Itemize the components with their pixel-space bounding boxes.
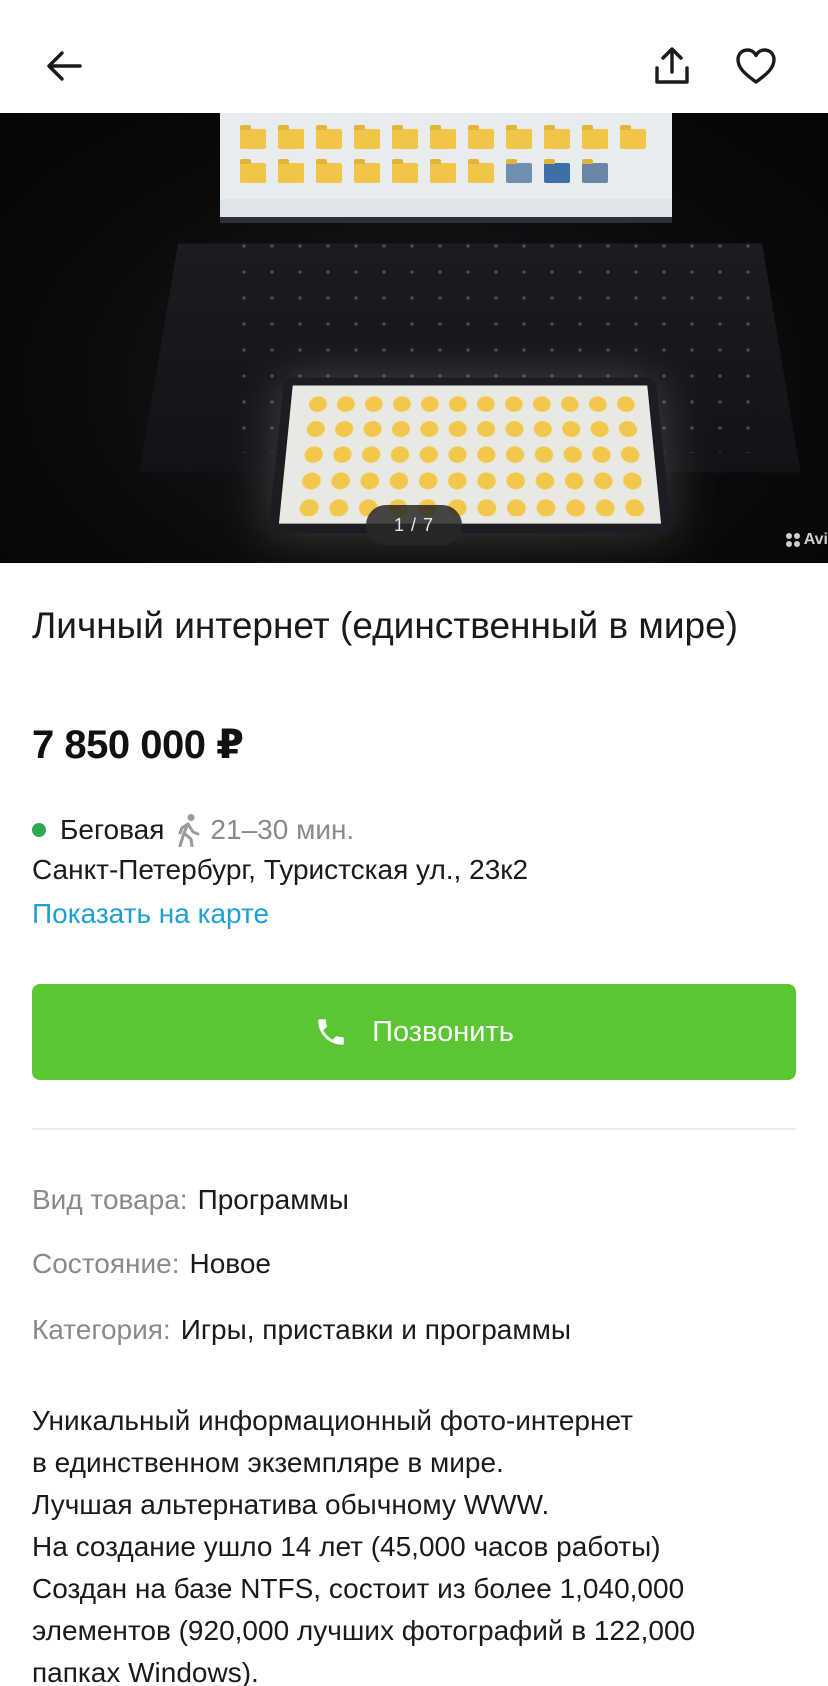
description-line: в единственном экземпляре в мире. [32, 1447, 504, 1478]
description-line: Уникальный информационный фото-интернет [32, 1405, 633, 1436]
metro-line-dot [32, 823, 46, 837]
param-value: Игры, приставки и программы [180, 1314, 571, 1345]
param-key: Категория: [32, 1314, 171, 1345]
description-line: Создан на базе NTFS, состоит из более 1,… [32, 1573, 685, 1604]
phone-icon [314, 1014, 350, 1050]
address: Санкт-Петербург, Туристская ул., 23к2 [32, 854, 529, 885]
back-button[interactable] [36, 38, 92, 94]
top-bar [0, 0, 828, 113]
avito-watermark: Avi [785, 531, 828, 549]
show-on-map-link[interactable]: Показать на карте [32, 898, 269, 930]
metro-info: Беговая 21–30 мин. [32, 810, 354, 850]
heart-outline-icon [736, 48, 776, 84]
watermark-text: Avi [803, 531, 828, 548]
param-category: Категория: Игры, приставки и программы [32, 1314, 571, 1346]
metro-station: Беговая [60, 814, 165, 845]
section-divider [32, 1128, 796, 1130]
share-button[interactable] [644, 38, 700, 94]
tablet-photo [268, 377, 672, 533]
photo-counter: 1 / 7 [366, 505, 462, 545]
listing-description: Уникальный информационный фото-интернет … [32, 1400, 802, 1686]
walk-time: 21–30 мин. [210, 814, 355, 845]
param-product-type: Вид товара: Программы [32, 1184, 349, 1216]
param-value: Новое [189, 1248, 272, 1279]
param-key: Вид товара: [32, 1184, 188, 1215]
favorite-button[interactable] [728, 38, 784, 94]
description-line: папках Windows). [32, 1657, 259, 1686]
listing-title: Личный интернет (единственный в мире) [32, 605, 738, 646]
listing-price: 7 850 000 ₽ [32, 723, 244, 767]
param-value: Программы [197, 1184, 349, 1215]
walking-person-icon [174, 813, 204, 847]
arrow-left-icon [47, 51, 82, 81]
laptop-screen-photo [220, 113, 672, 223]
param-condition: Состояние: Новое [32, 1248, 271, 1280]
description-line: Лучшая альтернатива обычному WWW. [32, 1489, 550, 1520]
param-key: Состояние: [32, 1248, 180, 1279]
description-line: элементов (920,000 лучших фотографий в 1… [32, 1615, 696, 1646]
avito-logo-icon [785, 533, 800, 547]
call-button[interactable]: Позвонить [32, 984, 796, 1080]
description-line: На создание ушло 14 лет (45,000 часов ра… [32, 1531, 661, 1562]
share-upload-icon [655, 47, 689, 84]
call-button-label: Позвонить [372, 1015, 514, 1048]
photo-gallery[interactable]: 1 / 7 Avi [0, 113, 828, 563]
